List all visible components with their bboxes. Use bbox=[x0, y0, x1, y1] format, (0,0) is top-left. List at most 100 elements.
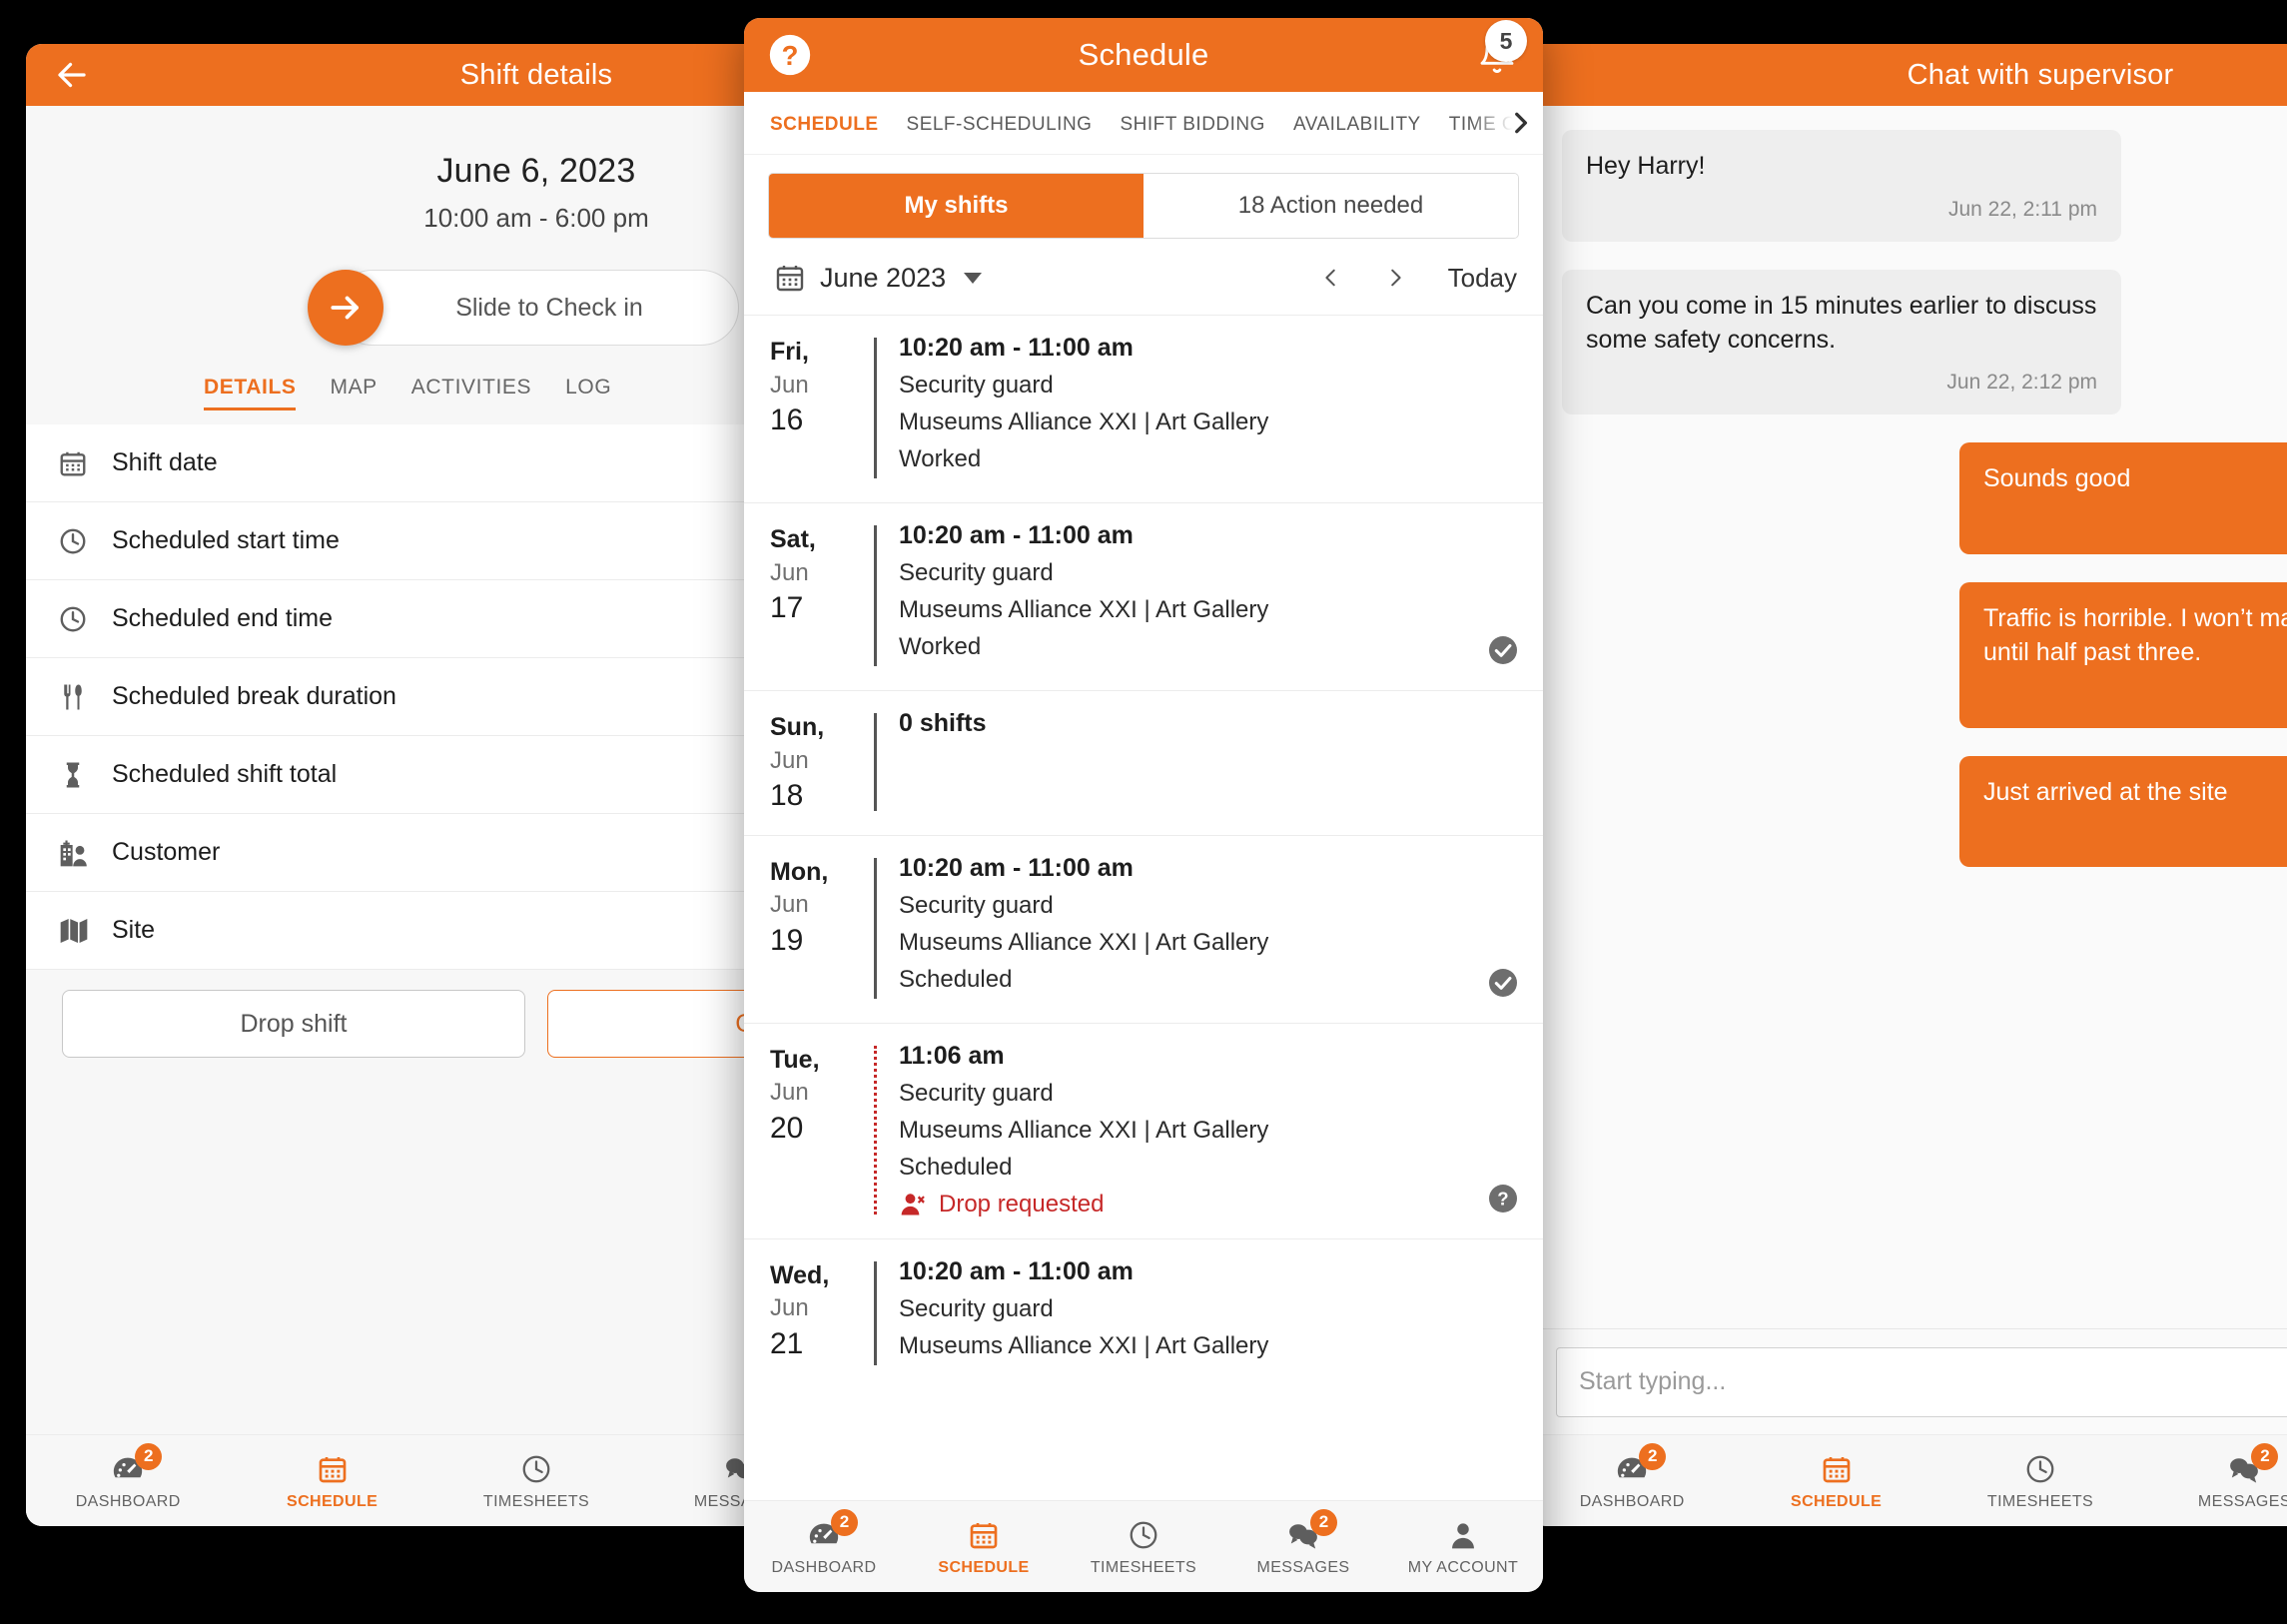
shift-day: 16 bbox=[770, 404, 804, 437]
nav-item-timesheets[interactable]: TIMESHEETS bbox=[1064, 1517, 1223, 1577]
shift-status: Scheduled bbox=[899, 965, 1013, 993]
message-timestamp: Jun 22, 2:12 pm bbox=[1946, 371, 2097, 395]
message-timestamp: Jun 22, 2:11 pm bbox=[1947, 197, 2097, 221]
clock-icon bbox=[58, 525, 102, 557]
nav-item-label: TIMESHEETS bbox=[482, 1492, 590, 1510]
nav-item-label: SCHEDULE bbox=[938, 1558, 1030, 1576]
hourglass-icon bbox=[58, 759, 102, 791]
segment-action-needed[interactable]: 18 Action needed bbox=[1144, 174, 1518, 238]
bottom-nav-right: 2DASHBOARDSCHEDULETIMESHEETS2MESSAGESMY … bbox=[1530, 1434, 2287, 1526]
calendar-icon bbox=[58, 447, 102, 479]
calendar-icon bbox=[1821, 1451, 1853, 1487]
screenshot-stage: Shift details June 6, 2023 10:00 am - 6:… bbox=[0, 0, 2287, 1624]
nav-item-label: MESSAGES bbox=[2197, 1492, 2287, 1510]
segment-my-shifts[interactable]: My shifts bbox=[769, 174, 1144, 238]
slide-to-check-in[interactable]: Slide to Check in bbox=[307, 270, 739, 346]
nav-item-messages[interactable]: 2 MESSAGES bbox=[2142, 1442, 2287, 1511]
nav-item-dashboard[interactable]: 2 DASHBOARD bbox=[26, 1442, 230, 1511]
shift-status-bar bbox=[874, 857, 877, 999]
nav-badge: 2 bbox=[135, 1442, 163, 1470]
schedule-title: Schedule bbox=[1078, 37, 1209, 72]
month-label[interactable]: June 2023 bbox=[820, 263, 946, 294]
check-circle-icon[interactable] bbox=[1487, 634, 1519, 666]
shift-row[interactable]: Fri, Jun 16 10:20 am - 11:00 am Security gua… bbox=[744, 315, 1543, 502]
calendar-icon bbox=[317, 1451, 349, 1487]
shift-time: 0 shifts bbox=[899, 709, 987, 737]
shift-time: 10:20 am - 11:00 am bbox=[899, 521, 1134, 549]
shift-time: 10:20 am - 11:00 am bbox=[899, 334, 1134, 362]
shift-weekday: Sun, bbox=[770, 713, 825, 741]
prev-month-button[interactable] bbox=[1306, 261, 1356, 295]
person-remove-icon bbox=[899, 1191, 929, 1218]
chevron-down-icon[interactable] bbox=[964, 272, 983, 284]
shift-date-block: Tue, Jun 20 bbox=[770, 1042, 874, 1218]
nav-item-my-account[interactable]: MY ACCOUNT bbox=[1383, 1517, 1543, 1577]
shift-weekday: Mon, bbox=[770, 857, 829, 886]
message-text: Just arrived at the site bbox=[1983, 777, 2228, 806]
nav-badge: 2 bbox=[831, 1508, 858, 1536]
shift-role: Security guard bbox=[899, 1079, 1054, 1107]
schedule-tab-shift-bidding[interactable]: SHIFT BIDDING bbox=[1120, 114, 1265, 136]
chat-bubbles-icon: 2 bbox=[1285, 1508, 1337, 1553]
message-text: Sounds good bbox=[1983, 464, 2131, 493]
incoming-message: Can you come in 15 minutes earlier to di… bbox=[1562, 269, 2121, 415]
help-circle-icon[interactable]: ? bbox=[1487, 1183, 1519, 1215]
shift-info: 11:06 am Security guard Museums Alliance X… bbox=[899, 1042, 1521, 1218]
shift-status: Worked bbox=[899, 633, 982, 660]
calendar-icon bbox=[968, 1517, 1000, 1553]
shift-details-tab-details[interactable]: DETAILS bbox=[204, 376, 297, 410]
nav-item-schedule[interactable]: SCHEDULE bbox=[1734, 1451, 1937, 1511]
shift-location: Museums Alliance XXI | Art Gallery bbox=[899, 1331, 1269, 1359]
nav-item-dashboard[interactable]: 2 DASHBOARD bbox=[744, 1508, 904, 1577]
schedule-tab-availability[interactable]: AVAILABILITY bbox=[1293, 114, 1421, 136]
shift-day: 20 bbox=[770, 1111, 804, 1145]
help-icon[interactable]: ? bbox=[768, 33, 812, 77]
shift-location: Museums Alliance XXI | Art Gallery bbox=[899, 408, 1269, 435]
shift-row[interactable]: Mon, Jun 19 10:20 am - 11:00 am Security gua… bbox=[744, 834, 1543, 1023]
nav-item-schedule[interactable]: SCHEDULE bbox=[904, 1517, 1064, 1577]
shift-day: 19 bbox=[770, 923, 804, 957]
nav-item-label: MY ACCOUNT bbox=[1407, 1558, 1519, 1576]
check-circle-icon[interactable] bbox=[1487, 967, 1519, 999]
shift-row[interactable]: Sun, Jun 18 0 shifts bbox=[744, 690, 1543, 835]
chat-input-bar: Start typing... Send bbox=[1530, 1328, 2287, 1434]
bell-icon[interactable]: 5 bbox=[1477, 20, 1527, 76]
shift-details-tab-map[interactable]: MAP bbox=[330, 376, 377, 410]
nav-item-label: SCHEDULE bbox=[1791, 1492, 1883, 1510]
nav-item-schedule[interactable]: SCHEDULE bbox=[230, 1451, 433, 1511]
nav-item-label: SCHEDULE bbox=[287, 1492, 379, 1510]
shift-row[interactable]: Sat, Jun 17 10:20 am - 11:00 am Security gua… bbox=[744, 502, 1543, 690]
nav-item-timesheets[interactable]: TIMESHEETS bbox=[434, 1451, 638, 1511]
notification-badge: 5 bbox=[1485, 20, 1527, 62]
shift-row[interactable]: Wed, Jun 21 10:20 am - 11:00 am Security gua… bbox=[744, 1237, 1543, 1389]
message-meta: Jun 22, 2:33 pm bbox=[1983, 823, 2287, 847]
shift-month: Jun bbox=[770, 1079, 809, 1107]
shift-status: Scheduled bbox=[899, 1153, 1013, 1181]
back-arrow-icon[interactable] bbox=[54, 57, 90, 93]
clock-icon bbox=[2024, 1451, 2056, 1487]
nav-item-messages[interactable]: 2 MESSAGES bbox=[1223, 1508, 1383, 1577]
shift-weekday: Fri, bbox=[770, 338, 809, 366]
shift-day: 18 bbox=[770, 779, 804, 813]
message-input[interactable]: Start typing... bbox=[1556, 1346, 2287, 1417]
message-text: Traffic is horrible. I won’t make it to … bbox=[1983, 604, 2287, 666]
tab-overflow-chevron[interactable] bbox=[1471, 92, 1543, 154]
drop-shift-button[interactable]: Drop shift bbox=[62, 990, 525, 1058]
schedule-tab-bar: SCHEDULE SELF-SCHEDULING SHIFT BIDDING AVAI… bbox=[744, 92, 1543, 155]
schedule-tab-schedule[interactable]: SCHEDULE bbox=[770, 114, 879, 136]
message-meta: Jun 22, 2:12 pm bbox=[1586, 371, 2097, 395]
schedule-tab-self-scheduling[interactable]: SELF-SCHEDULING bbox=[907, 114, 1093, 136]
outgoing-message: Traffic is horrible. I won’t make it to … bbox=[1959, 582, 2287, 728]
shift-details-tab-activities[interactable]: ACTIVITIES bbox=[411, 376, 531, 410]
today-button[interactable]: Today bbox=[1448, 263, 1517, 294]
shift-row[interactable]: Tue, Jun 20 11:06 am Security guard Museums A… bbox=[744, 1022, 1543, 1238]
schedule-appbar: ? Schedule 5 bbox=[744, 18, 1543, 92]
shift-details-tab-log[interactable]: LOG bbox=[565, 376, 611, 410]
shift-month: Jun bbox=[770, 371, 809, 399]
slide-arrow-icon[interactable] bbox=[307, 270, 383, 346]
next-month-button[interactable] bbox=[1370, 261, 1420, 295]
person-icon bbox=[1447, 1517, 1479, 1553]
shift-info: 10:20 am - 11:00 am Security guard Museums… bbox=[899, 1257, 1521, 1369]
nav-item-dashboard[interactable]: 2 DASHBOARD bbox=[1530, 1442, 1734, 1511]
nav-item-timesheets[interactable]: TIMESHEETS bbox=[1938, 1451, 2142, 1511]
